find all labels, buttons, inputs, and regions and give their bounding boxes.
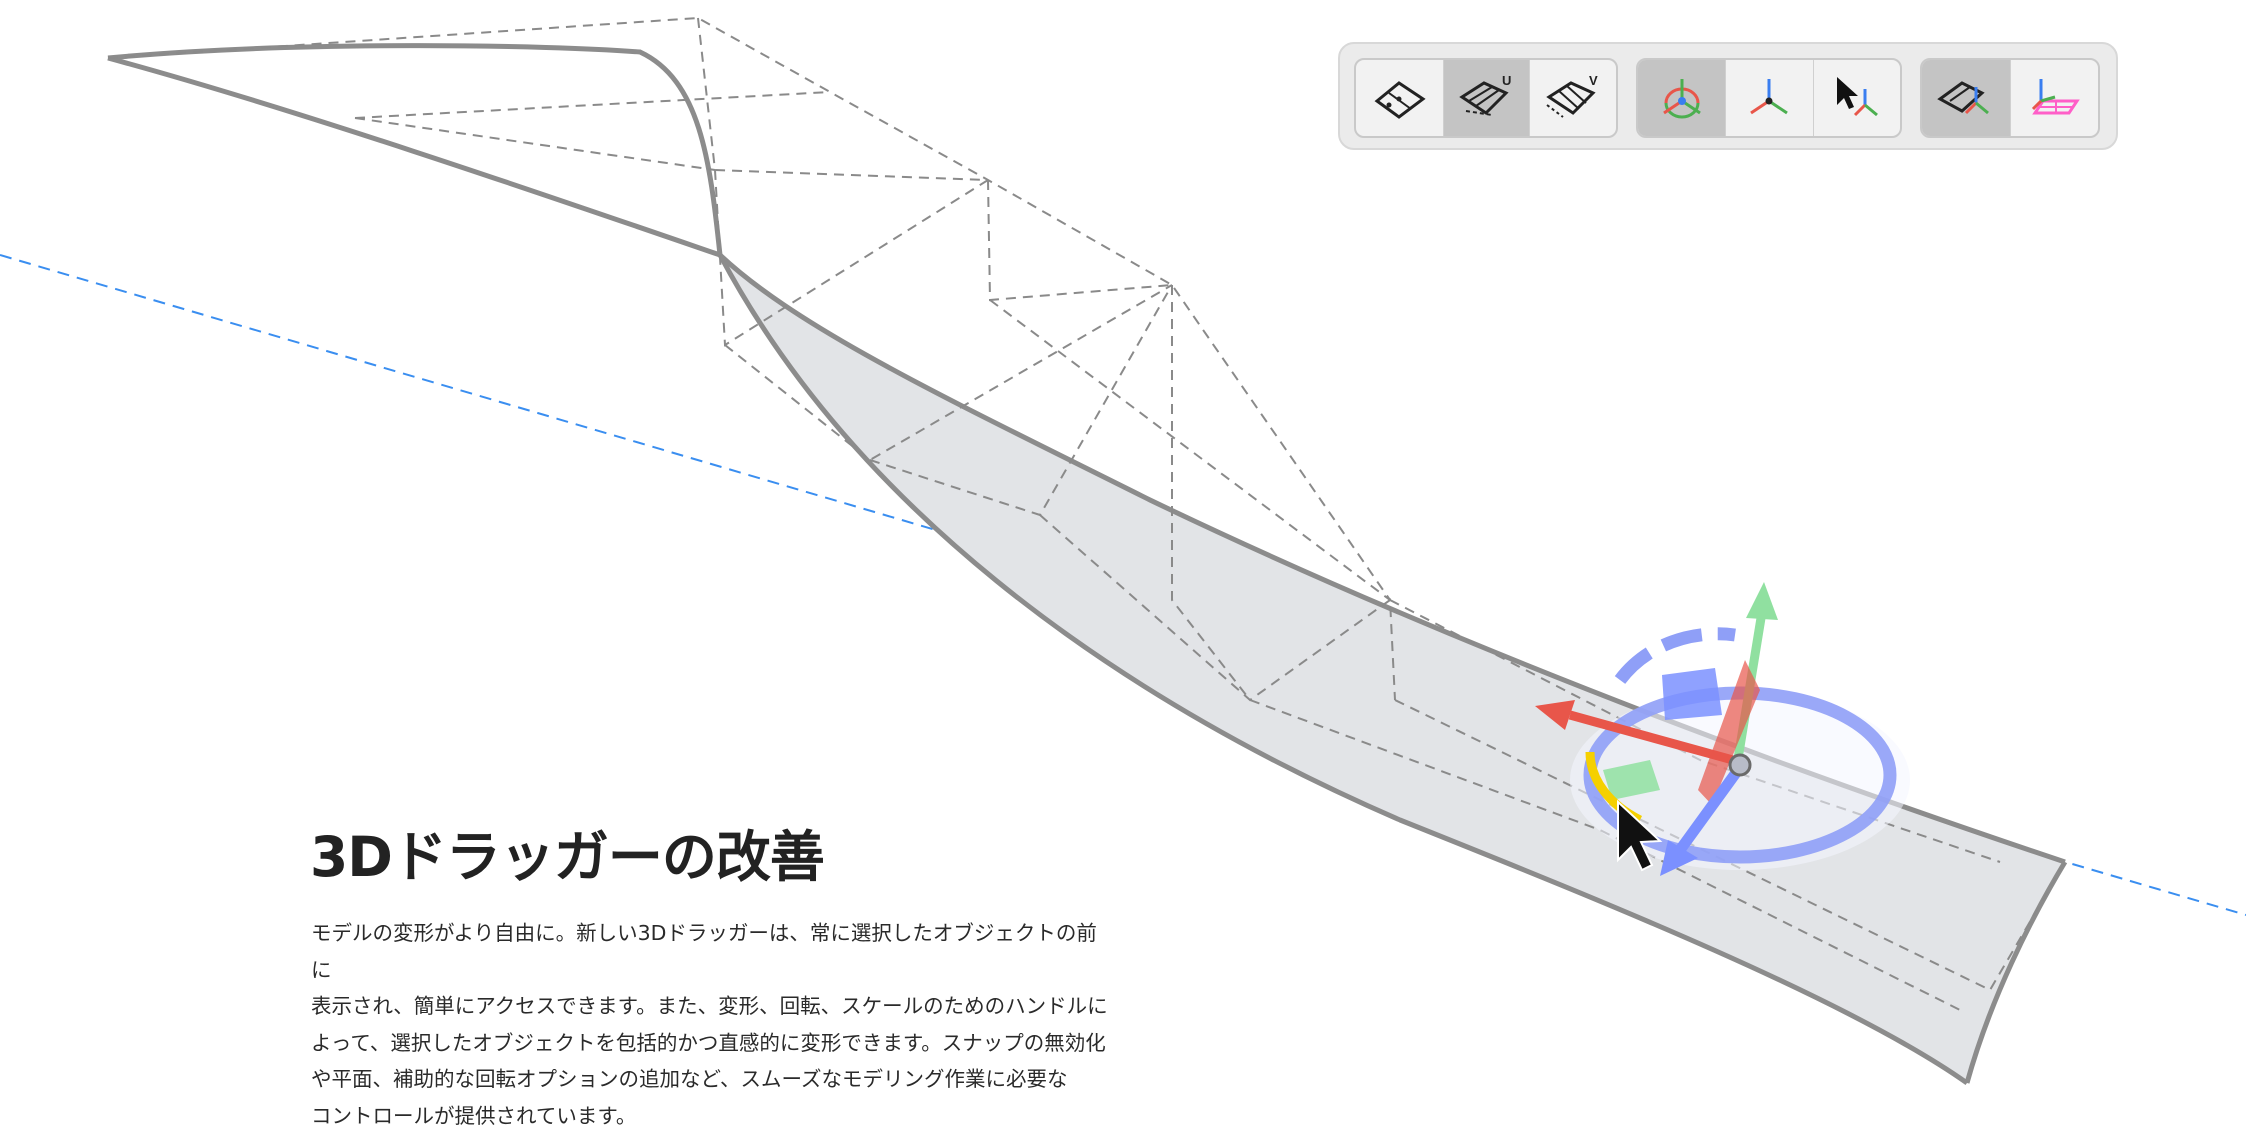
svg-text:V: V — [1589, 73, 1598, 88]
feature-description: モデルの変形がより自由に。新しい3Dドラッガーは、常に選択したオブジェクトの前に… — [311, 915, 1111, 1134]
description-line: や平面、補助的な回転オプションの追加など、スムーズなモデリング作業に必要な — [311, 1061, 1111, 1098]
surface-u-isocurve-button[interactable]: U — [1443, 60, 1530, 136]
surface-v-isocurve-button[interactable]: V — [1529, 60, 1616, 136]
y-axis-arrow[interactable] — [1746, 582, 1778, 620]
description-line: 表示され、簡単にアクセスできます。また、変形、回転、スケールのためのハンドルに — [311, 988, 1111, 1025]
surface-control-points-icon — [1369, 71, 1429, 125]
description-line: コントロールが提供されています。 — [311, 1098, 1111, 1134]
xy-plane-handle[interactable] — [1662, 668, 1722, 720]
feature-title: 3Dドラッガーの改善 — [310, 812, 824, 892]
pointer-gizmo-icon — [1827, 71, 1887, 125]
svg-text:U: U — [1502, 73, 1511, 88]
full-gizmo-icon — [1652, 71, 1712, 125]
surface-u-isocurve-icon: U — [1456, 71, 1516, 125]
plane-align-gizmo-button[interactable] — [2010, 60, 2098, 136]
gizmo-mode-group — [1636, 58, 1902, 138]
pointer-gizmo-button[interactable] — [1813, 60, 1900, 136]
object-align-gizmo-button[interactable] — [1922, 60, 2010, 136]
gizmo-alignment-group — [1920, 58, 2100, 138]
description-line: よって、選択したオブジェクトを包括的かつ直感的に変形できます。スナップの無効化 — [311, 1025, 1111, 1062]
object-align-gizmo-icon — [1936, 71, 1996, 125]
surface-edit-group: U V — [1354, 58, 1618, 138]
axis-gizmo-button[interactable] — [1725, 60, 1812, 136]
gizmo-pivot[interactable] — [1730, 755, 1750, 775]
surface-control-points-button[interactable] — [1356, 60, 1443, 136]
description-line: モデルの変形がより自由に。新しい3Dドラッガーは、常に選択したオブジェクトの前に — [311, 915, 1111, 988]
dragger-toolbar: U V — [1338, 42, 2118, 150]
full-gizmo-button[interactable] — [1638, 60, 1725, 136]
plane-align-gizmo-icon — [2025, 71, 2085, 125]
surface-v-isocurve-icon: V — [1543, 71, 1603, 125]
axis-gizmo-icon — [1739, 71, 1799, 125]
